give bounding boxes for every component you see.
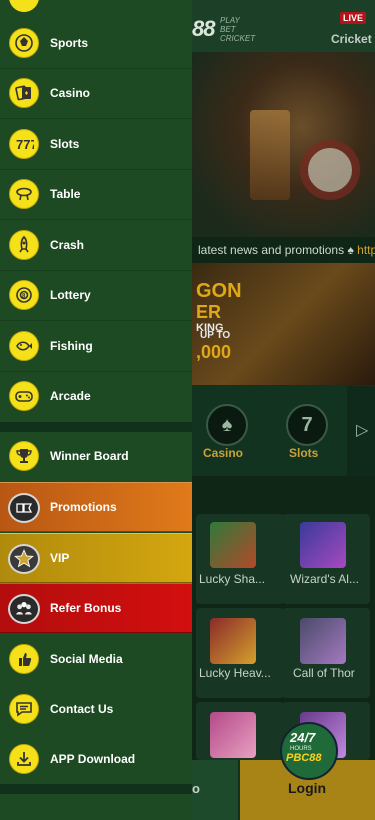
table-icon xyxy=(9,179,39,209)
menu-item-label: Arcade xyxy=(50,389,91,403)
news-ticker-link[interactable]: http xyxy=(357,243,375,257)
menu-item-label: Winner Board xyxy=(50,449,129,463)
promo-text-4: UP TO xyxy=(200,330,231,341)
menu-item-label: Promotions xyxy=(50,500,117,514)
bottom-nav-left-label: o xyxy=(192,781,200,796)
game-title: Call of Thor xyxy=(293,666,355,680)
menu-item-crash[interactable]: Crash xyxy=(0,220,192,270)
site-logo-tagline: PLAY BET CRICKET xyxy=(220,16,256,43)
casino-icon[interactable]: ♠ xyxy=(206,404,248,446)
menu-item-label: Lottery xyxy=(50,288,91,302)
category-label-slots[interactable]: Slots xyxy=(289,446,318,460)
refer-bonus-icon xyxy=(8,594,40,624)
menu-item-label: Table xyxy=(50,187,81,201)
banner-decoration xyxy=(250,110,290,200)
menu-item-sports[interactable]: Sports xyxy=(0,18,192,68)
menu-item-winner-board[interactable]: Winner Board xyxy=(0,431,192,481)
menu-item-promotions[interactable]: Promotions xyxy=(0,482,192,532)
menu-item-label: Sports xyxy=(50,36,89,50)
slots-icon: 777 xyxy=(9,129,39,159)
game-thumbnail xyxy=(210,712,256,758)
menu-item-contact-us[interactable]: Contact Us xyxy=(0,684,192,734)
menu-item-table[interactable]: Table xyxy=(0,169,192,219)
menu-icon-partial[interactable] xyxy=(9,0,39,12)
roulette-wheel-image xyxy=(300,140,360,200)
trophy-icon xyxy=(9,441,39,471)
support-hours: 24/7 xyxy=(290,730,316,745)
download-icon xyxy=(9,744,39,774)
menu-item-label: VIP xyxy=(50,551,70,565)
game-title: Lucky Heav... xyxy=(199,666,271,680)
chevron-right-icon[interactable]: ▷ xyxy=(356,420,368,440)
news-ticker-text: latest news and promotions xyxy=(198,243,345,257)
social-media-icon xyxy=(9,644,39,674)
promo-text-5: ,000 xyxy=(196,342,232,362)
arcade-gamepad-icon xyxy=(9,381,39,411)
contact-chat-icon xyxy=(9,694,39,724)
svg-text:777: 777 xyxy=(16,137,34,152)
menu-item-label: Refer Bonus xyxy=(50,601,122,615)
section-separator xyxy=(0,784,192,794)
slots-icon[interactable]: 7 xyxy=(286,404,328,446)
menu-item-label: APP Download xyxy=(50,752,136,766)
login-button-label: Login xyxy=(288,780,327,796)
menu-item-label: Contact Us xyxy=(50,702,114,716)
header-cricket-link[interactable]: Cricket xyxy=(331,32,372,46)
speaker-icon: ♠ xyxy=(347,243,358,257)
game-thumbnail xyxy=(210,618,256,664)
menu-item-vip[interactable]: VIP xyxy=(0,533,192,583)
menu-item-label: Casino xyxy=(50,86,91,100)
menu-item-label: Social Media xyxy=(50,652,123,666)
menu-item-refer-bonus[interactable]: Refer Bonus xyxy=(0,583,192,633)
site-logo[interactable]: 88 xyxy=(192,16,216,42)
menu-item-label: Slots xyxy=(50,137,80,151)
promotions-icon xyxy=(8,493,40,523)
game-thumbnail xyxy=(300,618,346,664)
menu-item-casino[interactable]: Casino xyxy=(0,68,192,118)
promo-text-2: ER xyxy=(196,302,222,322)
promo-text-1: GON xyxy=(196,280,242,302)
sports-icon xyxy=(9,28,39,58)
support-brand-logo: PBC88 xyxy=(286,752,322,764)
news-ticker[interactable]: latest news and promotions ♠ http xyxy=(192,237,375,263)
menu-item-lottery[interactable]: 8 Lottery xyxy=(0,270,192,320)
game-thumbnail xyxy=(210,522,256,568)
crash-rocket-icon xyxy=(9,230,39,260)
casino-icon xyxy=(9,78,39,108)
menu-item-label: Crash xyxy=(50,238,85,252)
menu-item-label: Fishing xyxy=(50,339,93,353)
menu-item-arcade[interactable]: Arcade xyxy=(0,371,192,421)
vip-icon xyxy=(8,544,40,574)
menu-item-app-download[interactable]: APP Download xyxy=(0,734,192,784)
game-thumbnail xyxy=(300,522,346,568)
game-title: Wizard's Al... xyxy=(290,572,359,586)
live-badge[interactable]: LIVE xyxy=(340,12,367,24)
fishing-icon xyxy=(9,331,39,361)
category-label-casino[interactable]: Casino xyxy=(203,446,243,460)
menu-item-fishing[interactable]: Fishing xyxy=(0,321,192,371)
side-drawer: Sports Casino 777 Slots Table Crash 8 xyxy=(0,0,192,820)
menu-item-social-media[interactable]: Social Media xyxy=(0,634,192,684)
game-title: Lucky Sha... xyxy=(199,572,266,586)
menu-item-slots[interactable]: 777 Slots xyxy=(0,119,192,169)
lottery-icon: 8 xyxy=(9,280,39,310)
